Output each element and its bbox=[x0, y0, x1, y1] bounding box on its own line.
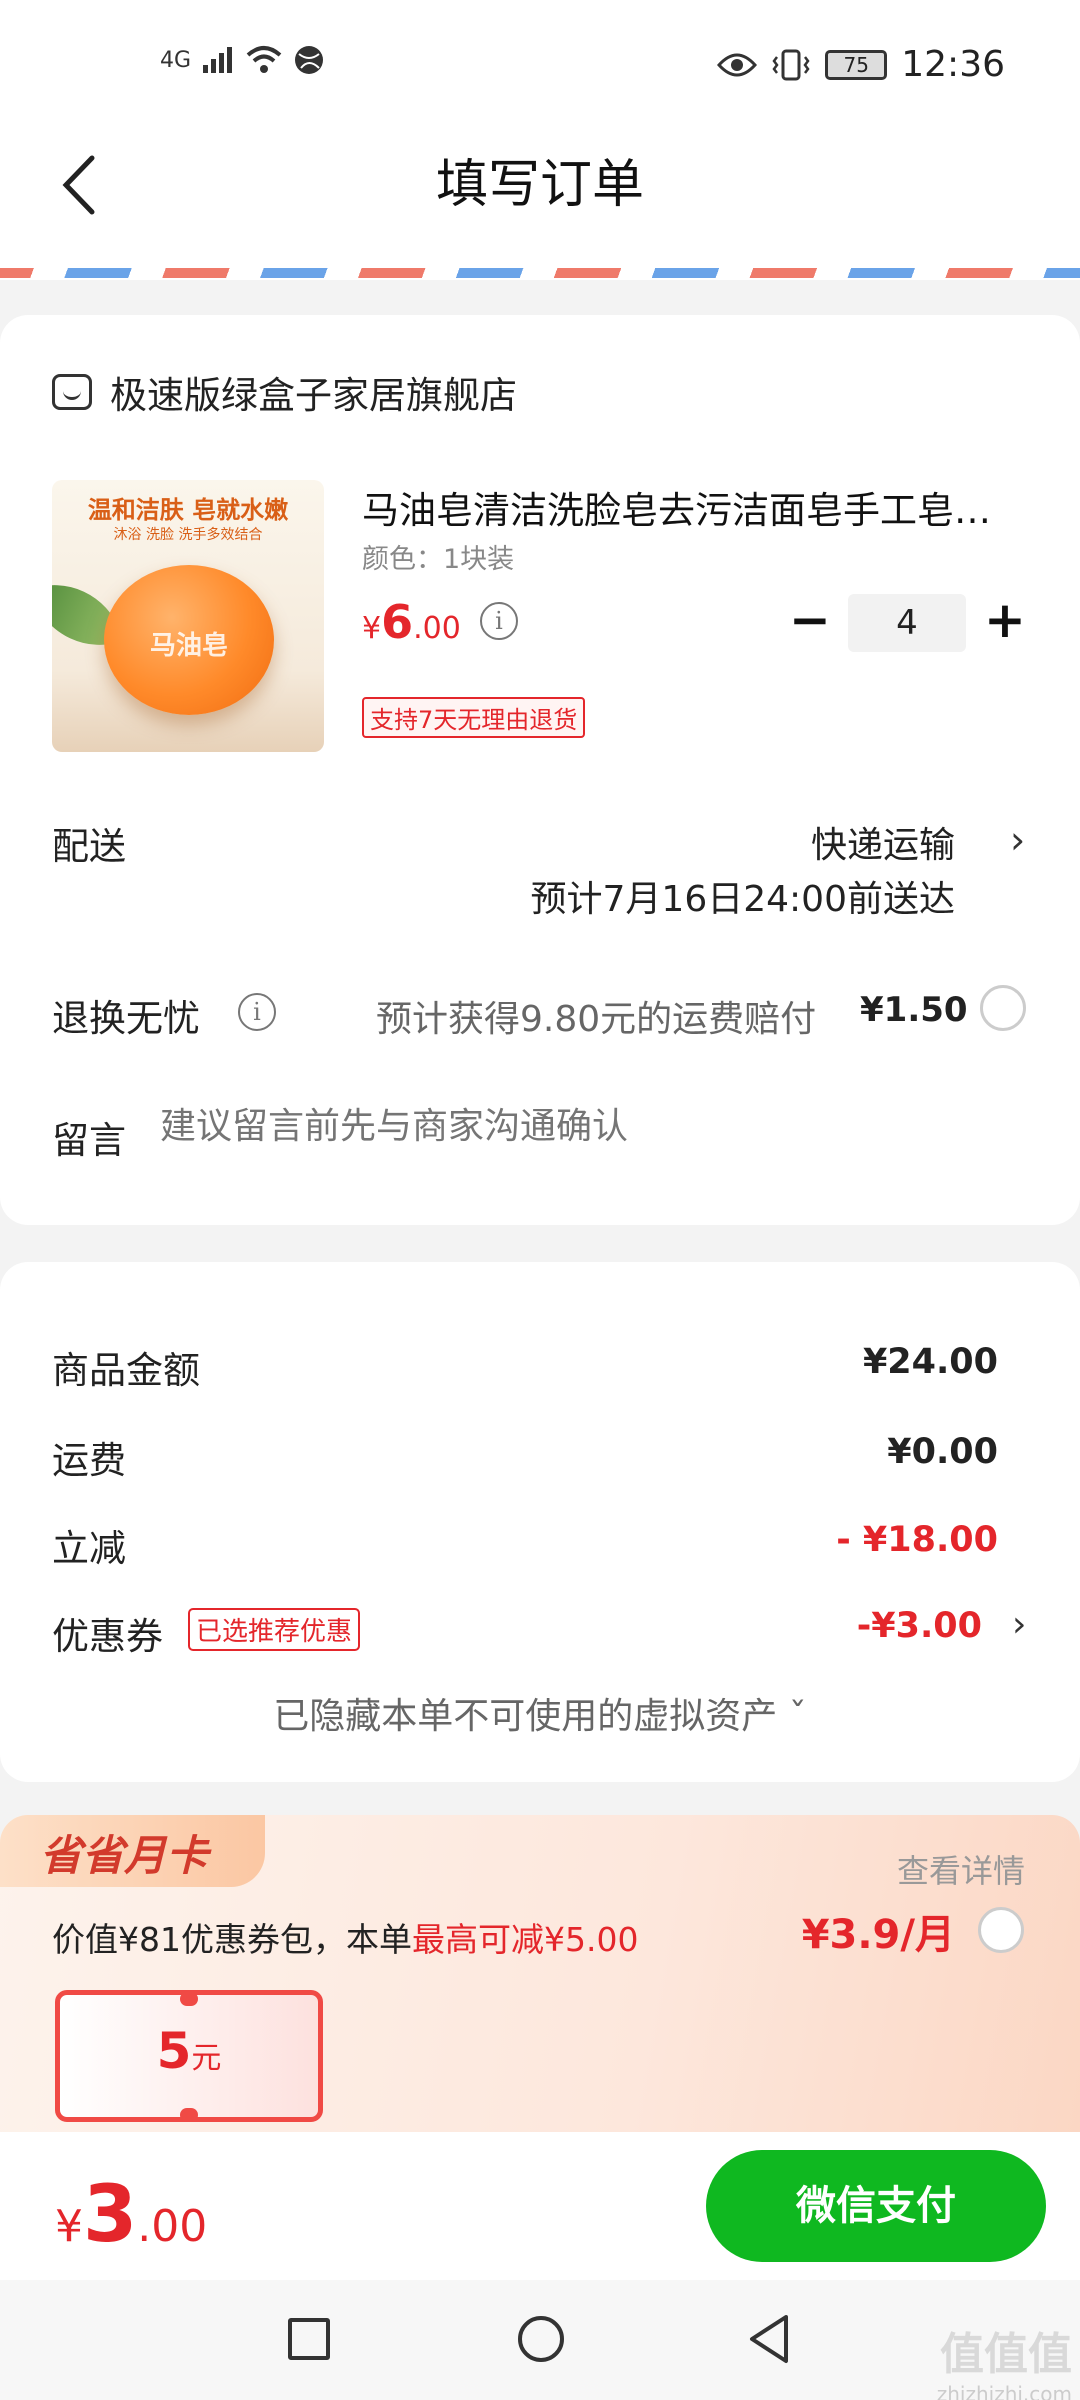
chevron-right-icon[interactable]: › bbox=[1010, 818, 1025, 862]
page-title: 填写订单 bbox=[435, 155, 644, 215]
watermark-main: 值值值 bbox=[940, 2329, 1072, 2380]
message-label: 留言 bbox=[52, 1119, 126, 1162]
product-title[interactable]: 马油皂清洁洗脸皂去污洁面皂手工皂… bbox=[362, 480, 1032, 534]
total-decimal: .00 bbox=[137, 2201, 208, 2252]
store-row[interactable]: 极速版绿盒子家居旗舰店 bbox=[52, 365, 517, 419]
status-right: 75 12:36 bbox=[717, 44, 1005, 85]
quantity-decrease-button[interactable]: − bbox=[785, 595, 835, 646]
return-policy-tag: 支持7天无理由退货 bbox=[362, 697, 586, 738]
eye-icon bbox=[717, 53, 758, 76]
status-left: 4G bbox=[160, 44, 325, 76]
shipping-label: 运费 bbox=[52, 1439, 126, 1482]
product-image-slogan: 温和洁肤 皂就水嫩 bbox=[87, 495, 289, 524]
price-integer: 6 bbox=[381, 595, 414, 649]
month-card-price: ¥3.9/月 bbox=[801, 1912, 955, 1958]
voucher-amount: 5元 bbox=[55, 2022, 323, 2080]
view-detail-link[interactable]: 查看详情 bbox=[897, 1846, 1025, 1892]
delivery-eta: 预计7月16日24:00前送达 bbox=[530, 879, 955, 920]
soap-bar: 马油皂 bbox=[104, 565, 274, 715]
clock: 12:36 bbox=[901, 44, 1005, 85]
coupon-value[interactable]: -¥3.00 bbox=[857, 1606, 982, 1646]
store-icon bbox=[52, 374, 92, 410]
wechat-pay-button[interactable]: 微信支付 bbox=[706, 2150, 1046, 2262]
month-card-radio[interactable] bbox=[978, 1907, 1024, 1953]
voucher-notch-bottom bbox=[180, 2108, 198, 2122]
total-price: ¥ 3 .00 bbox=[55, 2170, 208, 2260]
discount-value: - ¥18.00 bbox=[836, 1520, 998, 1560]
quantity-input[interactable]: 4 bbox=[848, 594, 966, 652]
watermark: 值值值 zhizhizhi.com bbox=[937, 2318, 1072, 2400]
order-card bbox=[0, 315, 1080, 1225]
return-worry-radio[interactable] bbox=[980, 985, 1026, 1031]
delivery-label: 配送 bbox=[52, 825, 126, 868]
discount-label: 立减 bbox=[52, 1527, 126, 1570]
battery-icon: 75 bbox=[825, 49, 888, 80]
coupon-label: 优惠券 bbox=[52, 1615, 163, 1658]
soap-brand: 马油皂 bbox=[149, 631, 228, 661]
price-info-icon[interactable]: i bbox=[480, 602, 518, 640]
total-currency: ¥ bbox=[55, 2201, 83, 2252]
store-name: 极速版绿盒子家居旗舰店 bbox=[110, 374, 517, 417]
signal-icon bbox=[203, 47, 233, 73]
chevron-right-icon[interactable]: › bbox=[1012, 1604, 1026, 1645]
recent-apps-icon[interactable] bbox=[288, 2318, 330, 2360]
goods-amount-label: 商品金额 bbox=[52, 1349, 200, 1392]
shipping-value: ¥0.00 bbox=[887, 1432, 998, 1472]
voucher-notch-top bbox=[180, 1992, 198, 2006]
delivery-method[interactable]: 快递运输 bbox=[811, 816, 955, 868]
airmail-border bbox=[0, 250, 1080, 280]
vibrate-icon bbox=[772, 49, 810, 80]
voucher-number: 5 bbox=[156, 2022, 192, 2080]
message-input[interactable] bbox=[160, 1106, 980, 1147]
product-price: ¥ 6 .00 bbox=[362, 595, 461, 649]
month-card-desc: 价值¥81优惠券包，本单最高可减¥5.00 bbox=[52, 1913, 638, 1961]
coupon-recommended-tag: 已选推荐优惠 bbox=[188, 1608, 361, 1651]
back-triangle-icon[interactable] bbox=[746, 2312, 794, 2370]
return-worry-fee: ¥1.50 bbox=[860, 990, 968, 1030]
hidden-assets-toggle[interactable]: 已隐藏本单不可使用的虚拟资产 ˇ bbox=[0, 1687, 1080, 1739]
product-image[interactable]: 温和洁肤 皂就水嫩 沐浴 洗脸 洗手多效结合 马油皂 bbox=[52, 480, 324, 752]
voucher-unit: 元 bbox=[191, 2041, 222, 2076]
total-integer: 3 bbox=[83, 2170, 138, 2260]
return-worry-desc: 预计获得9.80元的运费赔付 bbox=[376, 999, 817, 1040]
product-image-subslogan: 沐浴 洗脸 洗手多效结合 bbox=[113, 527, 263, 543]
month-card-desc-highlight: 最高可减¥5.00 bbox=[412, 1920, 639, 1959]
return-info-icon[interactable]: i bbox=[238, 993, 276, 1031]
vpn-globe-icon bbox=[295, 46, 324, 74]
return-worry-label: 退换无忧 bbox=[52, 997, 200, 1040]
network-type: 4G bbox=[160, 47, 192, 73]
wifi-icon bbox=[246, 46, 282, 73]
month-card-desc-prefix: 价值¥81优惠券包，本单 bbox=[52, 1920, 412, 1959]
watermark-sub: zhizhizhi.com bbox=[936, 2382, 1072, 2400]
product-spec: 颜色：1块装 bbox=[362, 544, 515, 575]
goods-amount-value: ¥24.00 bbox=[862, 1342, 998, 1382]
home-icon[interactable] bbox=[518, 2316, 564, 2362]
quantity-increase-button[interactable]: + bbox=[980, 595, 1030, 646]
price-currency: ¥ bbox=[362, 611, 382, 646]
month-card-badge-text: 省省月卡 bbox=[40, 1831, 209, 1880]
price-decimal: .00 bbox=[413, 611, 461, 646]
